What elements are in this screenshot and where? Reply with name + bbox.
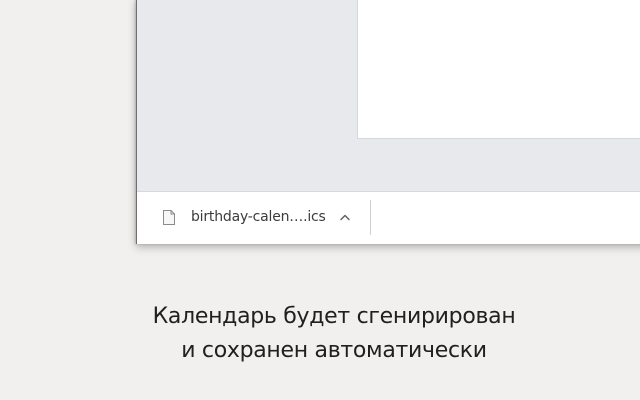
- page-viewport: [137, 0, 640, 191]
- chevron-up-icon[interactable]: [338, 210, 352, 224]
- browser-window: birthday-calen….ics: [136, 0, 640, 244]
- page-content: [357, 0, 640, 139]
- document-icon: [161, 208, 177, 226]
- shelf-divider: [370, 200, 371, 235]
- promo-screenshot: birthday-calen….ics Календарь будет сген…: [0, 0, 640, 400]
- download-item[interactable]: birthday-calen….ics: [151, 200, 369, 234]
- caption: Календарь будет сгенирирован и сохранен …: [0, 300, 640, 368]
- caption-line-1: Календарь будет сгенирирован: [152, 304, 516, 329]
- download-file-name: birthday-calen….ics: [191, 209, 326, 225]
- download-shelf: birthday-calen….ics: [137, 191, 640, 244]
- caption-line-2: и сохранен автоматически: [181, 338, 487, 363]
